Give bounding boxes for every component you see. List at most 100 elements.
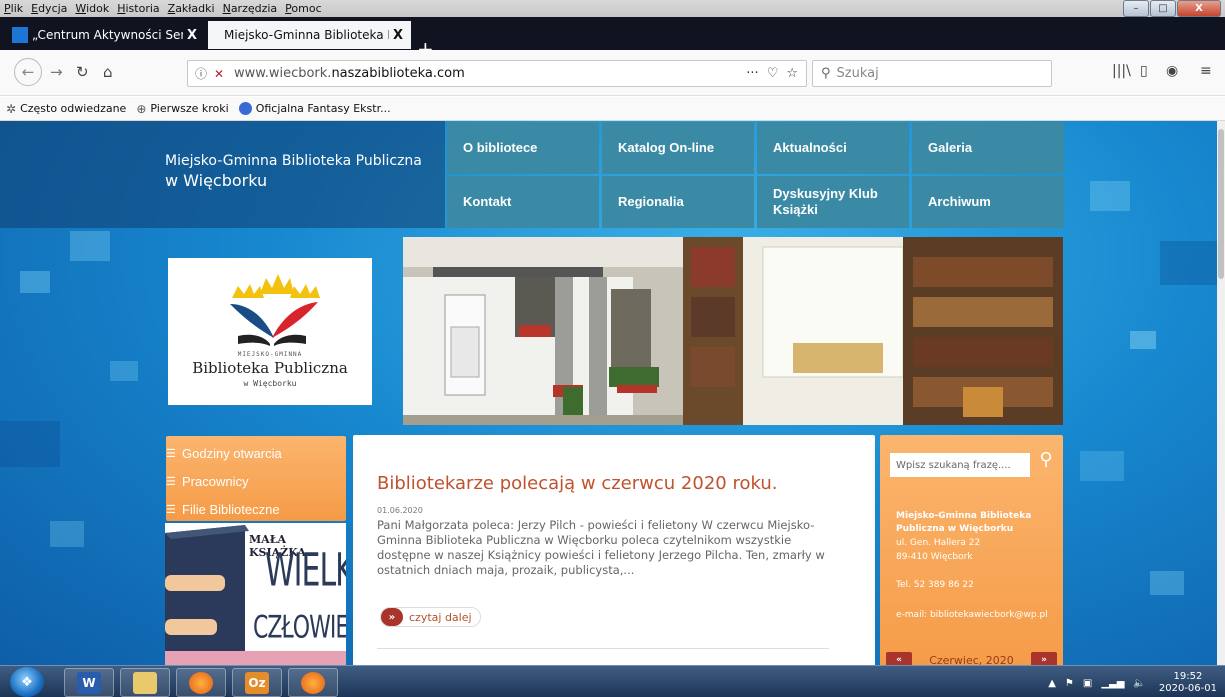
tab-close-icon[interactable]: X bbox=[389, 28, 407, 43]
firefox-icon bbox=[301, 671, 325, 694]
page-viewport: Miejsko-Gminna Biblioteka Publiczna w Wi… bbox=[0, 121, 1217, 665]
tab-centrum-aktywnosci[interactable]: „Centrum Aktywności Seniora X bbox=[4, 21, 205, 49]
window-controls: – □ X bbox=[1123, 0, 1221, 17]
windows-taskbar: ❖ W Oz ▲ ⚑ ▣ ▁▃▅ 🔈 19:52 2020-06-01 bbox=[0, 665, 1225, 697]
site-search-input[interactable] bbox=[890, 453, 1030, 477]
org-phone: Tel. 52 389 86 22 bbox=[896, 580, 974, 590]
tab-biblioteka[interactable]: Miejsko-Gminna Biblioteka Publiczn X bbox=[208, 21, 411, 49]
taskbar-explorer[interactable] bbox=[120, 668, 170, 697]
promo-banner[interactable]: MAŁA KSIĄŻKA WIELKI CZŁOWIEK bbox=[165, 523, 346, 653]
menu-lines-icon: ☰ bbox=[166, 503, 176, 516]
tab-bar: „Centrum Aktywności Seniora X Miejsko-Gm… bbox=[0, 17, 1225, 59]
menu-aktualnosci[interactable]: Aktualności bbox=[757, 122, 909, 174]
side-item-opening-hours[interactable]: ☰ Godziny otwarcia bbox=[166, 439, 346, 467]
firefox-icon bbox=[189, 671, 213, 694]
volume-icon[interactable]: 🔈 bbox=[1133, 678, 1145, 689]
menu-archiwum[interactable]: Archiwum bbox=[912, 176, 1064, 228]
bookmark-most-visited[interactable]: ✲ Często odwiedzane bbox=[6, 102, 126, 116]
url-bar[interactable]: ⓘ ✕ www.wiecbork.naszabiblioteka.com ···… bbox=[187, 60, 807, 87]
gear-icon: ✲ bbox=[6, 101, 17, 116]
menu-lines-icon: ☰ bbox=[166, 475, 176, 488]
org-city: 89-410 Więcbork bbox=[896, 552, 973, 562]
menu-edit[interactable]: Edycja bbox=[31, 2, 67, 15]
tray-expand-icon[interactable]: ▲ bbox=[1048, 678, 1056, 689]
org-street: ul. Gen. Hallera 22 bbox=[896, 538, 981, 548]
menu-file[interactable]: Plik bbox=[4, 2, 23, 15]
info-icon[interactable]: ⓘ bbox=[188, 65, 214, 82]
taskbar-word[interactable]: W bbox=[64, 668, 114, 697]
menu-o-bibliotece[interactable]: O bibliotece bbox=[447, 122, 599, 174]
flag-icon[interactable]: ⚑ bbox=[1065, 678, 1074, 689]
site-title[interactable]: Miejsko-Gminna Biblioteka Publiczna w Wi… bbox=[165, 151, 422, 191]
article-divider bbox=[377, 648, 829, 649]
org-name: Miejsko-Gminna Biblioteka Publiczna w Wi… bbox=[896, 511, 1032, 534]
menu-dyskusyjny-klub[interactable]: Dyskusyjny Klub Książki bbox=[757, 176, 909, 228]
menu-help[interactable]: Pomoc bbox=[285, 2, 321, 15]
taskbar-firefox-2[interactable] bbox=[288, 668, 338, 697]
menu-galeria[interactable]: Galeria bbox=[912, 122, 1064, 174]
sidebar-icon[interactable]: ▯ bbox=[1140, 63, 1148, 79]
calendar-navigation: « Czerwiec, 2020 » bbox=[886, 649, 1057, 665]
firefox-icon bbox=[238, 102, 252, 115]
article-title[interactable]: Bibliotekarze polecają w czerwcu 2020 ro… bbox=[377, 473, 777, 494]
reload-button[interactable]: ↻ bbox=[76, 63, 89, 81]
library-icon[interactable]: |||\ bbox=[1112, 63, 1131, 79]
signal-icon[interactable]: ▁▃▅ bbox=[1101, 678, 1124, 689]
power-icon[interactable]: ▣ bbox=[1083, 678, 1092, 689]
start-button[interactable]: ❖ bbox=[10, 667, 44, 697]
pocket-icon[interactable]: ♡ bbox=[767, 66, 779, 81]
forward-button[interactable]: → bbox=[50, 63, 63, 81]
page-scrollbar[interactable] bbox=[1217, 121, 1225, 665]
menu-katalog-online[interactable]: Katalog On-line bbox=[602, 122, 754, 174]
menu-bookmarks[interactable]: Zakładki bbox=[168, 2, 215, 15]
back-button[interactable]: ← bbox=[14, 58, 42, 86]
bookmarks-toolbar: ✲ Często odwiedzane ⊕ Pierwsze kroki Ofi… bbox=[0, 97, 1225, 121]
article-excerpt: Pani Małgorzata poleca: Jerzy Pilch - po… bbox=[377, 518, 825, 577]
search-icon[interactable]: ⚲ bbox=[1034, 449, 1058, 477]
library-logo[interactable]: MIEJSKO-GMINNA Biblioteka Publiczna w Wi… bbox=[168, 258, 372, 405]
menu-kontakt[interactable]: Kontakt bbox=[447, 176, 599, 228]
taskbar-outlook[interactable]: Oz bbox=[232, 668, 282, 697]
scrollbar-thumb[interactable] bbox=[1218, 129, 1224, 279]
arrow-right-icon: → bbox=[50, 63, 63, 81]
page-actions-icon[interactable]: ··· bbox=[746, 66, 758, 81]
url-text[interactable]: www.wiecbork.naszabiblioteka.com bbox=[234, 66, 746, 81]
calendar-prev-button[interactable]: « bbox=[886, 652, 912, 665]
read-more-button[interactable]: » czytaj dalej bbox=[380, 607, 481, 627]
menu-view[interactable]: Widok bbox=[75, 2, 109, 15]
logo-crowns-book-icon bbox=[230, 274, 320, 346]
tab-close-icon[interactable]: X bbox=[183, 28, 201, 43]
word-icon: W bbox=[77, 671, 101, 694]
menu-tools[interactable]: Narzędzia bbox=[223, 2, 278, 15]
maximize-button[interactable]: □ bbox=[1150, 0, 1176, 17]
org-email[interactable]: e-mail: bibliotekawiecbork@wp.pl bbox=[896, 609, 1048, 622]
hamburger-menu-icon[interactable]: ≡ bbox=[1200, 63, 1212, 79]
search-icon: ⚲ bbox=[821, 66, 831, 81]
side-item-branches[interactable]: ☰ Filie Biblioteczne bbox=[166, 495, 346, 523]
clock[interactable]: 19:52 2020-06-01 bbox=[1159, 671, 1217, 695]
tab-label: „Centrum Aktywności Seniora bbox=[32, 28, 183, 42]
promo-strip[interactable] bbox=[165, 651, 346, 665]
bookmark-getting-started[interactable]: ⊕ Pierwsze kroki bbox=[136, 102, 228, 116]
right-info-panel: ⚲ Miejsko-Gminna Biblioteka Publiczna w … bbox=[880, 435, 1063, 665]
library-interior-image bbox=[403, 237, 1063, 425]
insecure-lock-icon[interactable]: ✕ bbox=[214, 67, 234, 81]
account-icon[interactable]: ◉ bbox=[1166, 63, 1178, 79]
calendar-next-button[interactable]: » bbox=[1030, 652, 1057, 665]
bookmark-star-icon[interactable]: ☆ bbox=[786, 66, 798, 81]
bookmark-fantasy[interactable]: Oficjalna Fantasy Ekstr... bbox=[238, 102, 391, 115]
side-menu: ☰ Godziny otwarcia ☰ Pracownicy ☰ Filie … bbox=[166, 436, 346, 521]
menu-regionalia[interactable]: Regionalia bbox=[602, 176, 754, 228]
globe-icon: ⊕ bbox=[136, 101, 147, 116]
news-article: Bibliotekarze polecają w czerwcu 2020 ro… bbox=[353, 435, 875, 665]
minimize-button[interactable]: – bbox=[1123, 0, 1149, 17]
taskbar-firefox[interactable] bbox=[176, 668, 226, 697]
search-bar[interactable]: ⚲ Szukaj bbox=[812, 60, 1052, 87]
menu-lines-icon: ☰ bbox=[166, 447, 176, 460]
side-item-staff[interactable]: ☰ Pracownicy bbox=[166, 467, 346, 495]
home-icon: ⌂ bbox=[103, 63, 113, 81]
home-button[interactable]: ⌂ bbox=[103, 63, 113, 81]
hero-library-photo bbox=[403, 237, 1063, 425]
menu-history[interactable]: Historia bbox=[117, 2, 159, 15]
close-window-button[interactable]: X bbox=[1177, 0, 1221, 17]
